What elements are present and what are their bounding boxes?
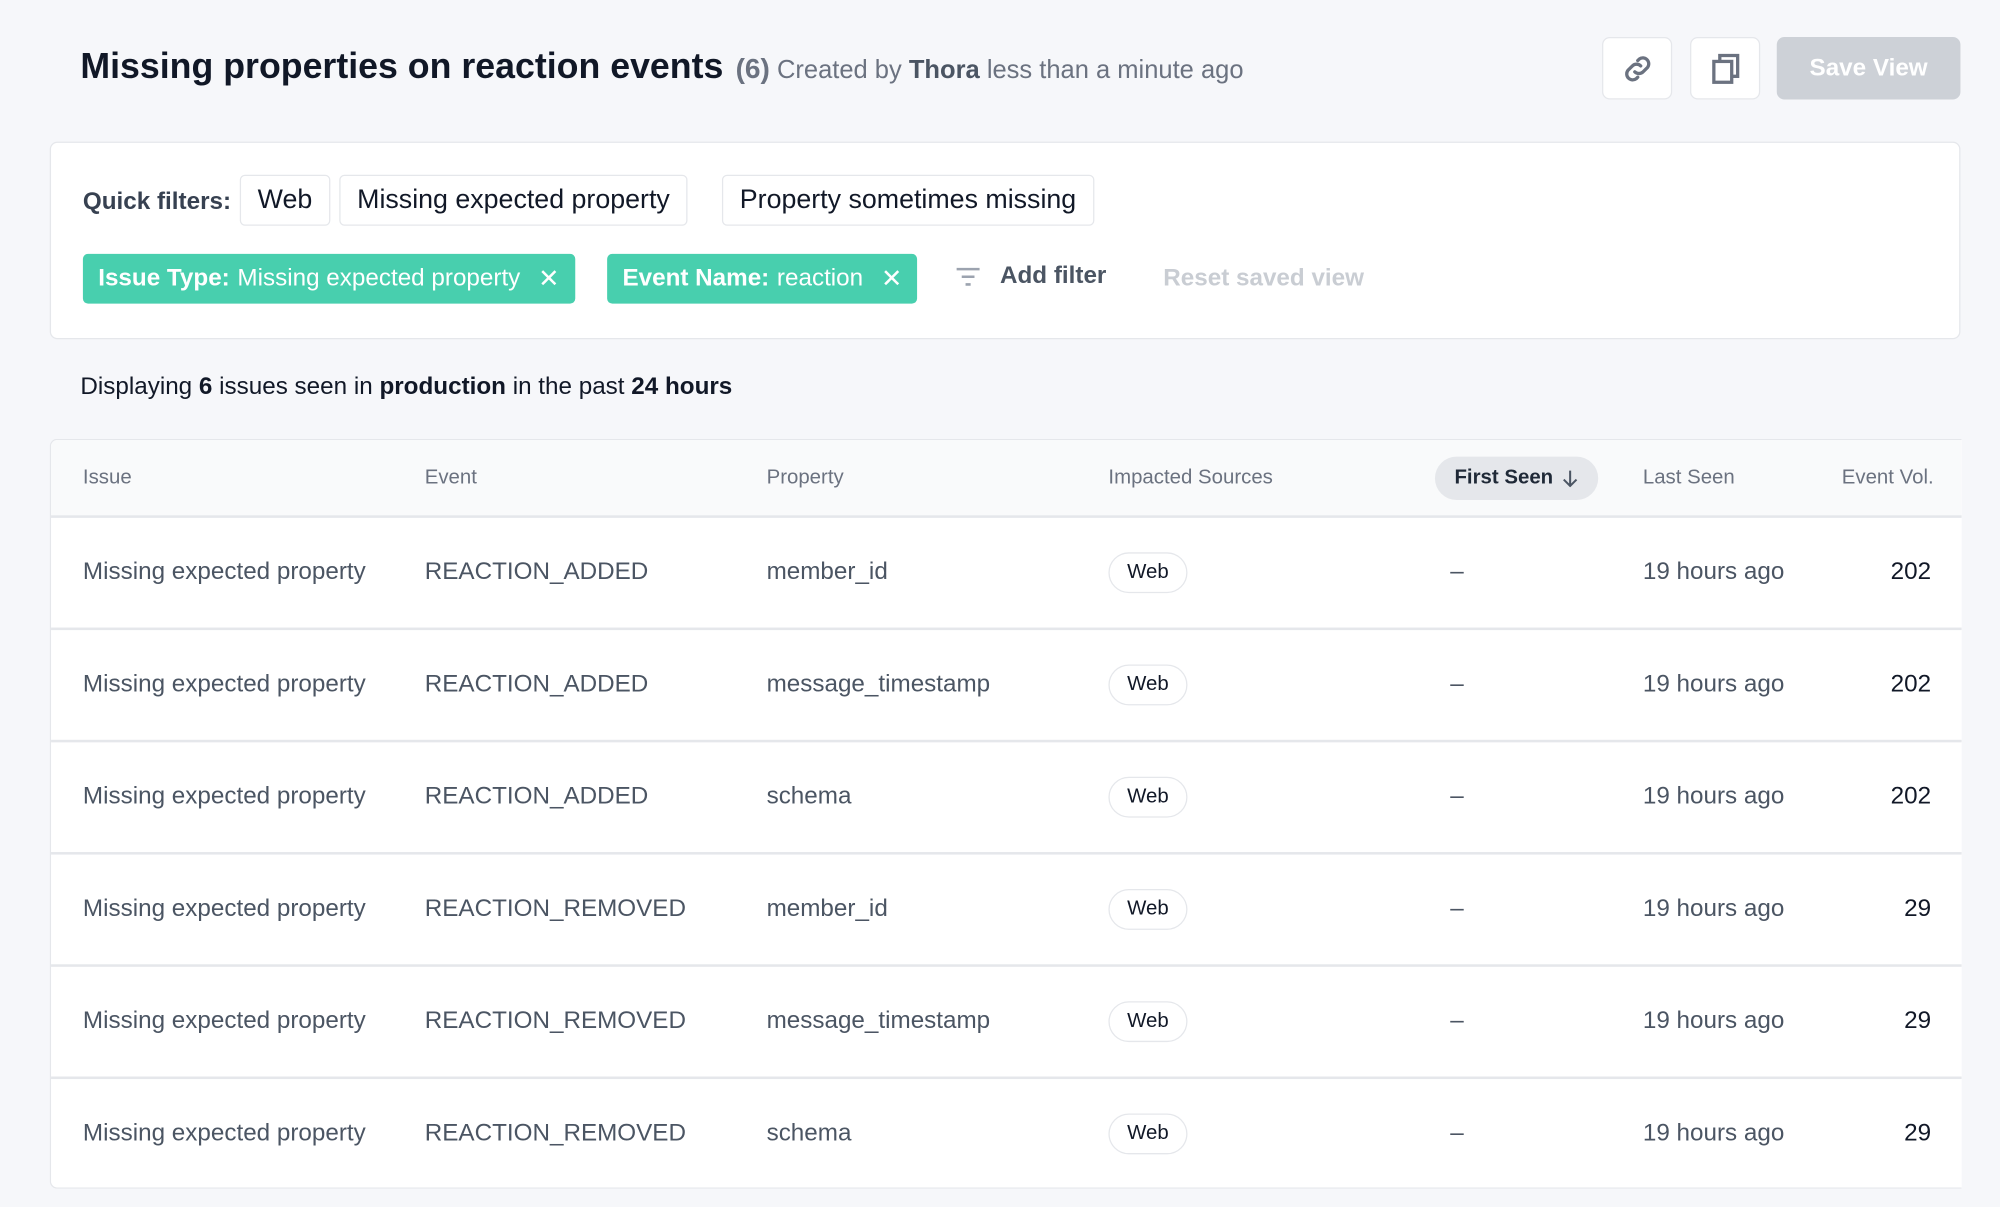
cell-event: REACTION_ADDED (424, 558, 649, 586)
filter-value: reaction (776, 264, 864, 292)
table-row[interactable]: Missing expected property REACTION_REMOVE… (51, 967, 1962, 1080)
cell-issue: Missing expected property (82, 895, 366, 923)
quick-filter-missing-expected[interactable]: Missing expected property (339, 174, 688, 226)
link-icon (1624, 55, 1650, 81)
cell-property: message_timestamp (766, 1007, 991, 1035)
add-filter-button[interactable]: Add filter (954, 263, 1106, 291)
cell-first-seen: – (1450, 1007, 1464, 1035)
cell-first-seen: – (1450, 895, 1464, 923)
cell-event: REACTION_ADDED (424, 783, 649, 810)
cell-property: schema (766, 783, 852, 810)
source-badge: Web (1108, 552, 1188, 594)
quick-filter-sometimes-missing[interactable]: Property sometimes missing (721, 174, 1095, 226)
filter-key: Event Name: (622, 264, 770, 292)
cell-property: message_timestamp (766, 670, 991, 698)
cell-last-seen: 19 hours ago (1642, 558, 1785, 586)
column-first-seen[interactable]: First Seen (1434, 456, 1599, 500)
page-header: Missing properties on reaction events (6… (80, 46, 1243, 87)
summary-window: 24 hours (631, 373, 733, 401)
cell-event-volume: 29 (1904, 895, 1932, 923)
summary-text: issues seen in (212, 373, 380, 401)
cell-event: REACTION_REMOVED (424, 895, 686, 923)
table-row[interactable]: Missing expected property REACTION_REMOVE… (51, 855, 1962, 967)
cell-last-seen: 19 hours ago (1642, 783, 1785, 810)
table-row[interactable]: Missing expected property REACTION_ADDED s… (51, 742, 1962, 855)
cell-event: REACTION_REMOVED (424, 1119, 686, 1147)
summary-environment: production (379, 373, 506, 401)
active-filter-issue-type: Issue Type: Missing expected property ✕ (82, 253, 575, 304)
duplicate-button[interactable] (1690, 36, 1761, 100)
author: Thora (908, 56, 980, 85)
arrow-down-icon (1562, 470, 1577, 488)
cell-issue: Missing expected property (82, 1007, 366, 1035)
cell-event: REACTION_REMOVED (424, 1007, 686, 1035)
created-time: less than a minute ago (986, 56, 1244, 85)
results-summary: Displaying 6 issues seen in production i… (80, 374, 732, 402)
column-event-volume[interactable]: Event Vol. (1842, 467, 1934, 490)
created-prefix: Created by (776, 56, 902, 85)
column-last-seen[interactable]: Last Seen (1643, 467, 1735, 490)
quick-filter-web[interactable]: Web (239, 174, 331, 226)
copy-link-button[interactable] (1602, 36, 1673, 100)
filter-key: Issue Type: (98, 264, 230, 292)
cell-property: member_id (766, 895, 888, 923)
cell-event-volume: 29 (1904, 1119, 1932, 1147)
cell-issue: Missing expected property (82, 783, 366, 810)
page-title: Missing properties on reaction events (80, 45, 724, 86)
quick-filters-label: Quick filters: (82, 188, 232, 216)
column-property[interactable]: Property (767, 467, 844, 490)
column-event[interactable]: Event (425, 467, 477, 490)
column-issue[interactable]: Issue (83, 467, 132, 490)
table-row[interactable]: Missing expected property REACTION_REMOVE… (51, 1079, 1962, 1187)
table-header: Issue Event Property Impacted Sources Fi… (51, 440, 1962, 518)
cell-last-seen: 19 hours ago (1642, 895, 1785, 923)
cell-issue: Missing expected property (82, 670, 366, 698)
active-filter-event-name: Event Name: reaction ✕ (607, 253, 918, 304)
source-badge: Web (1108, 889, 1188, 930)
source-badge: Web (1108, 664, 1188, 706)
reset-saved-view-link[interactable]: Reset saved view (1163, 265, 1364, 293)
summary-text: Displaying (80, 373, 199, 401)
summary-text: in the past (505, 373, 632, 401)
cell-event-volume: 202 (1890, 558, 1932, 586)
save-view-button[interactable]: Save View (1776, 36, 1961, 100)
add-filter-label: Add filter (999, 262, 1107, 290)
filter-value: Missing expected property (237, 264, 521, 292)
cell-first-seen: – (1450, 1119, 1464, 1147)
table-row[interactable]: Missing expected property REACTION_ADDED m… (51, 630, 1962, 743)
copy-icon (1711, 53, 1739, 84)
cell-property: schema (766, 1119, 852, 1147)
cell-first-seen: – (1450, 558, 1464, 586)
cell-first-seen: – (1450, 783, 1464, 810)
cell-issue: Missing expected property (82, 1119, 366, 1147)
cell-event-volume: 29 (1904, 1007, 1932, 1035)
cell-event-volume: 202 (1890, 670, 1932, 698)
cell-event-volume: 202 (1890, 783, 1932, 810)
issues-table: Issue Event Property Impacted Sources Fi… (49, 438, 1962, 1189)
table-row[interactable]: Missing expected property REACTION_ADDED m… (51, 518, 1962, 631)
cell-last-seen: 19 hours ago (1642, 1119, 1785, 1147)
issue-count: (6) (735, 52, 770, 85)
cell-first-seen: – (1450, 670, 1464, 698)
cell-event: REACTION_ADDED (424, 670, 649, 698)
cell-last-seen: 19 hours ago (1642, 1007, 1785, 1035)
filter-panel: Quick filters: Web Missing expected prop… (49, 141, 1961, 340)
cell-last-seen: 19 hours ago (1642, 670, 1785, 698)
column-impacted-sources[interactable]: Impacted Sources (1108, 467, 1272, 490)
close-icon[interactable]: ✕ (538, 263, 559, 295)
page: Missing properties on reaction events (6… (0, 0, 2000, 1207)
close-icon[interactable]: ✕ (881, 263, 902, 295)
cell-issue: Missing expected property (82, 558, 366, 586)
source-badge: Web (1108, 1001, 1188, 1043)
cell-property: member_id (766, 558, 888, 586)
summary-count: 6 (198, 373, 213, 401)
filter-icon (956, 267, 980, 286)
source-badge: Web (1108, 776, 1188, 818)
column-label: First Seen (1454, 466, 1554, 489)
source-badge: Web (1108, 1113, 1188, 1155)
